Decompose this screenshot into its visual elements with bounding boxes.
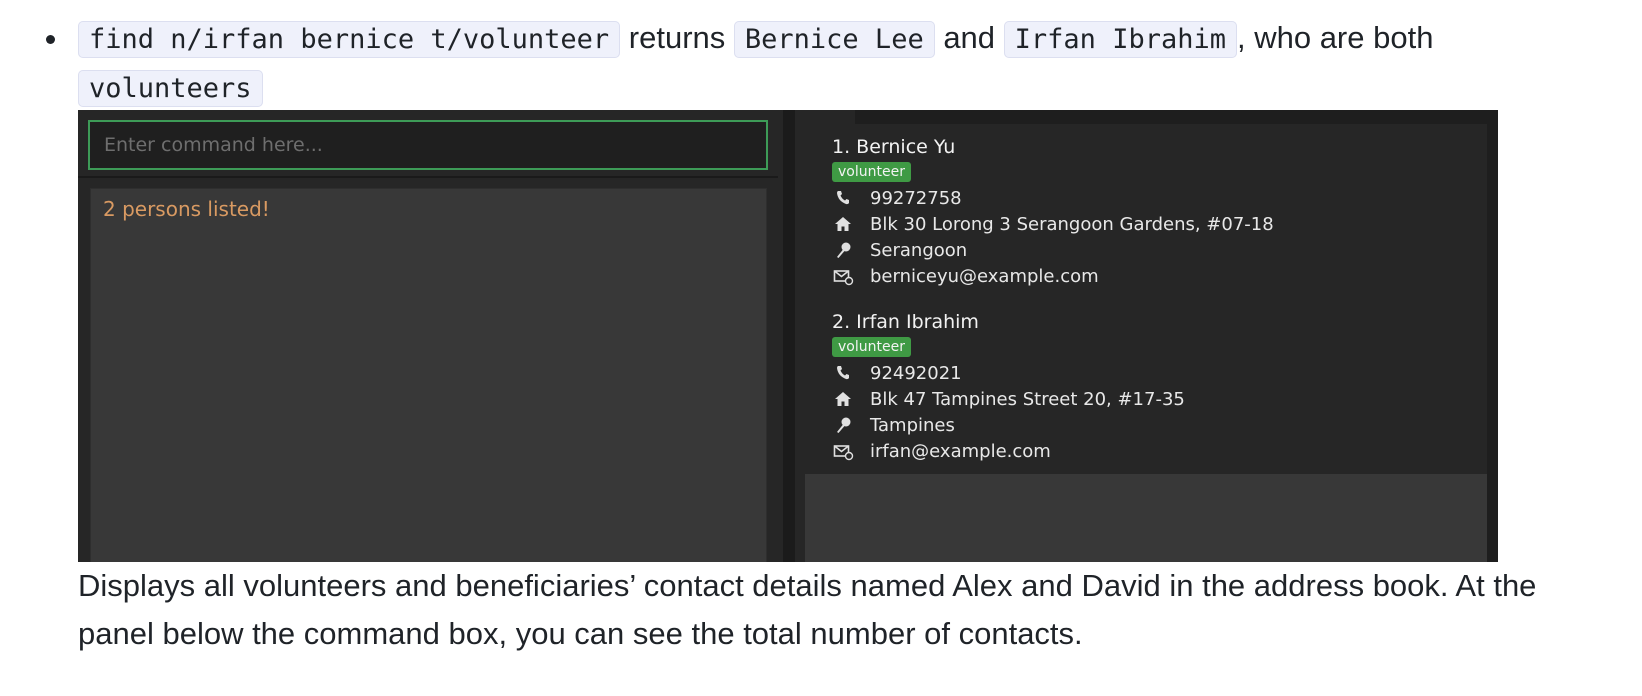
- address-row: Blk 47 Tampines Street 20, #17-35: [832, 387, 1185, 411]
- bullet-item: find n/irfan bernice t/volunteer returns…: [46, 14, 1606, 112]
- bullet-dot: [46, 35, 55, 44]
- person-card[interactable]: 2. Irfan Ibrahim volunteer 92492021 Blk …: [805, 299, 1487, 474]
- phone-icon: [832, 188, 854, 208]
- separator: [78, 176, 778, 178]
- address-value: Blk 47 Tampines Street 20, #17-35: [870, 388, 1185, 410]
- pin-icon: [832, 240, 854, 260]
- home-icon: [832, 389, 854, 409]
- phone-row: 99272758: [832, 186, 962, 210]
- email-value: irfan@example.com: [870, 440, 1051, 462]
- result-name-2: Irfan Ibrahim: [1003, 21, 1237, 58]
- left-pane: 2 persons listed!: [78, 110, 855, 562]
- mail-icon: [832, 266, 854, 286]
- home-icon: [832, 214, 854, 234]
- email-row: irfan@example.com: [832, 439, 1051, 463]
- text-returns: returns: [620, 20, 734, 55]
- person-name: 1. Bernice Yu: [832, 136, 956, 158]
- description-paragraph: Displays all volunteers and beneficiarie…: [78, 568, 1537, 651]
- split-divider[interactable]: [783, 110, 795, 562]
- command-box[interactable]: [88, 120, 768, 170]
- area-value: Tampines: [870, 414, 955, 436]
- app-screenshot: 2 persons listed! 1. Bernice Yu voluntee…: [78, 110, 1498, 562]
- email-value: berniceyu@example.com: [870, 265, 1099, 287]
- result-name-1: Bernice Lee: [733, 21, 935, 58]
- mail-icon: [832, 441, 854, 461]
- tag-example: volunteers: [78, 70, 263, 107]
- address-row: Blk 30 Lorong 3 Serangoon Gardens, #07-1…: [832, 212, 1274, 236]
- area-value: Serangoon: [870, 239, 968, 261]
- result-display: 2 persons listed!: [90, 188, 767, 562]
- phone-value: 92492021: [870, 362, 962, 384]
- result-message: 2 persons listed!: [103, 197, 270, 221]
- person-name: 2. Irfan Ibrahim: [832, 311, 979, 333]
- area-row: Tampines: [832, 413, 955, 437]
- person-tag: volunteer: [832, 337, 911, 357]
- command-input[interactable]: [90, 122, 766, 168]
- bullet-text: find n/irfan bernice t/volunteer returns…: [78, 14, 1606, 112]
- pin-icon: [832, 415, 854, 435]
- phone-icon: [832, 363, 854, 383]
- address-value: Blk 30 Lorong 3 Serangoon Gardens, #07-1…: [870, 213, 1274, 235]
- phone-row: 92492021: [832, 361, 962, 385]
- email-row: berniceyu@example.com: [832, 264, 1099, 288]
- area-row: Serangoon: [832, 238, 967, 262]
- command-example: find n/irfan bernice t/volunteer: [78, 21, 621, 58]
- phone-value: 99272758: [870, 187, 962, 209]
- text-who-are-both: , who are both: [1236, 20, 1434, 55]
- person-tag: volunteer: [832, 162, 911, 182]
- person-list: 1. Bernice Yu volunteer 99272758 Blk 30 …: [805, 124, 1487, 562]
- person-card[interactable]: 1. Bernice Yu volunteer 99272758 Blk 30 …: [805, 124, 1487, 299]
- text-and: and: [934, 20, 1004, 55]
